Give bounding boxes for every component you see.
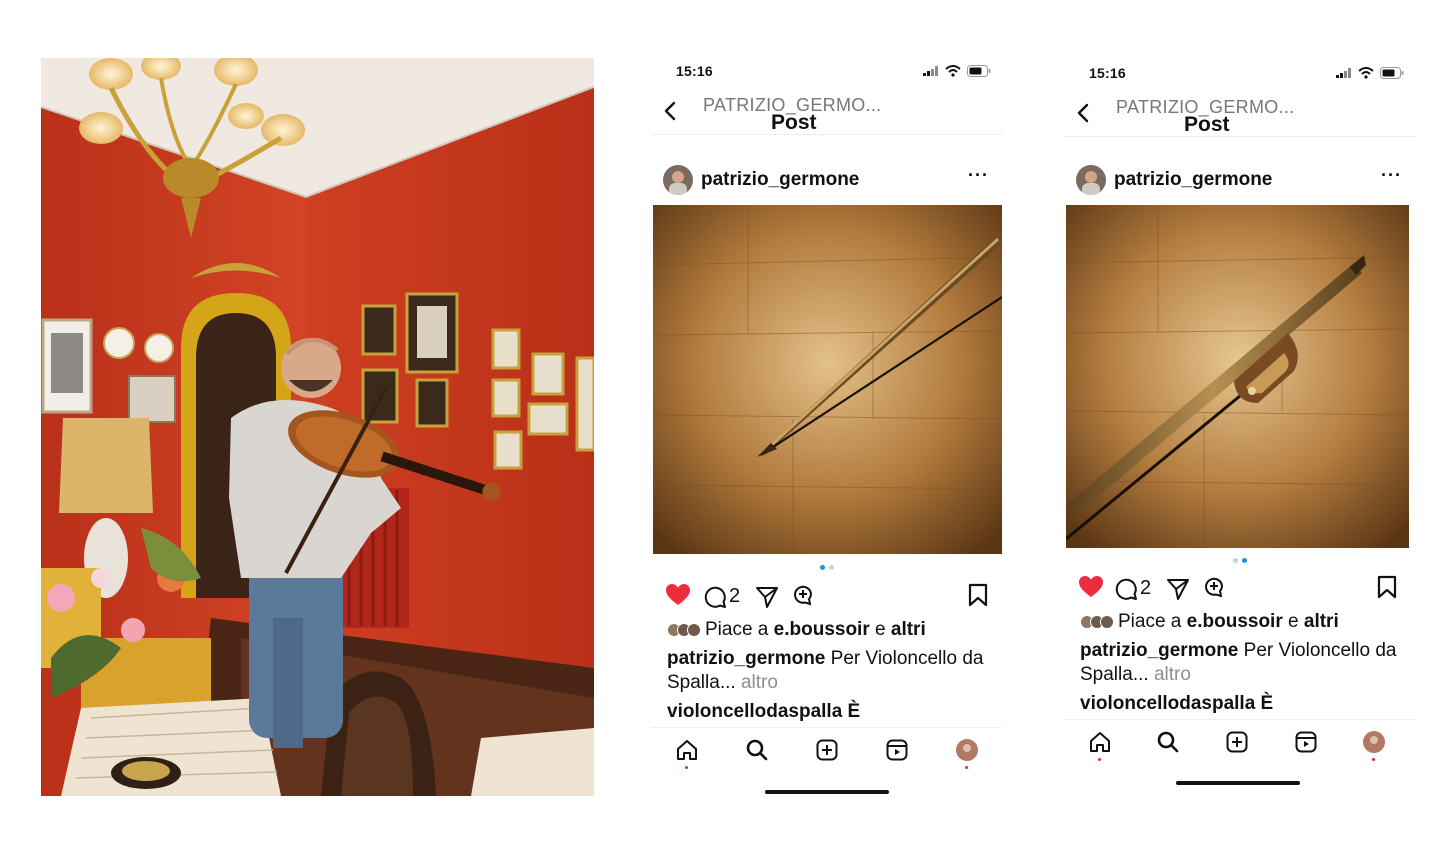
back-chevron-icon[interactable] — [1072, 101, 1096, 125]
heart-liked-icon[interactable] — [1078, 575, 1104, 599]
battery-icon — [1380, 67, 1404, 79]
avatar[interactable] — [1076, 165, 1106, 195]
liker-avatars — [1080, 615, 1114, 629]
page-title: Post — [1184, 113, 1230, 136]
post-caption: patrizio_germone Per Violoncello da Spal… — [1080, 639, 1400, 687]
page-title: Post — [771, 111, 817, 134]
search-icon[interactable] — [745, 738, 769, 762]
comment-count: 2 — [1140, 577, 1152, 599]
bow-tip-on-wood-illustration — [653, 205, 1002, 554]
back-chevron-icon[interactable] — [659, 99, 683, 123]
profile-avatar-tab[interactable] — [955, 738, 979, 769]
comment-icon[interactable] — [1114, 577, 1138, 601]
remix-icon[interactable] — [791, 583, 815, 607]
profile-avatar — [956, 739, 978, 761]
liker-avatars — [667, 623, 701, 637]
post-username[interactable]: patrizio_germone — [1114, 169, 1272, 191]
status-icons — [923, 65, 991, 77]
profile-avatar — [1363, 731, 1385, 753]
share-send-icon[interactable] — [1166, 577, 1190, 601]
likes-others[interactable]: altri — [1304, 611, 1339, 633]
carousel-dot-active — [1242, 558, 1247, 563]
notification-dot — [1372, 758, 1375, 761]
post-image-bow-frog[interactable] — [1066, 205, 1409, 548]
home-notification-dot — [685, 766, 688, 769]
instagram-post-screen-1: 15:16 PATRIZIO_GERMO... Post patrizio_ge… — [651, 55, 1003, 805]
carousel-indicator — [1064, 558, 1416, 563]
post-navbar: PATRIZIO_GERMO... Post — [1064, 93, 1416, 137]
notification-dot — [965, 766, 968, 769]
comment-icon[interactable] — [703, 585, 727, 609]
home-notification-dot — [1098, 758, 1101, 761]
home-indicator — [765, 790, 889, 794]
caption-username[interactable]: patrizio_germone — [667, 648, 825, 669]
post-navbar: PATRIZIO_GERMO... Post — [651, 91, 1003, 135]
signal-icon — [923, 66, 938, 76]
post-image-bow-tip[interactable] — [653, 205, 1002, 554]
home-indicator — [1176, 781, 1300, 785]
violinist-in-red-room-illustration — [41, 58, 594, 796]
post-username[interactable]: patrizio_germone — [701, 169, 859, 191]
post-actions: 2 — [651, 583, 1003, 613]
comment-preview[interactable]: violoncellodaspalla È — [1080, 693, 1273, 715]
wifi-icon — [945, 65, 961, 77]
reels-icon[interactable] — [1294, 730, 1318, 754]
battery-icon — [967, 65, 991, 77]
likes-and: e — [875, 619, 886, 640]
post-actions: 2 — [1064, 575, 1416, 605]
carousel-dot — [829, 565, 834, 570]
likes-others[interactable]: altri — [891, 619, 926, 641]
bottom-tab-bar — [1064, 719, 1416, 763]
comment-preview[interactable]: violoncellodaspalla È — [667, 701, 860, 723]
status-time: 15:16 — [1089, 65, 1126, 81]
reels-icon[interactable] — [885, 738, 909, 762]
carousel-dot — [1233, 558, 1238, 563]
bookmark-icon[interactable] — [967, 583, 989, 607]
status-bar: 15:16 — [1064, 65, 1416, 85]
post-caption: patrizio_germone Per Violoncello da Spal… — [667, 647, 987, 695]
caption-username[interactable]: patrizio_germone — [1080, 640, 1238, 661]
post-header: patrizio_germone ··· — [651, 163, 1003, 197]
violinist-photo — [41, 58, 594, 796]
carousel-indicator — [651, 565, 1003, 570]
search-icon[interactable] — [1156, 730, 1180, 754]
bookmark-icon[interactable] — [1376, 575, 1398, 599]
bow-frog-on-wood-illustration — [1066, 205, 1409, 548]
home-icon[interactable] — [675, 738, 699, 762]
likes-line: Piace a e.boussoir e altri — [1080, 611, 1339, 633]
status-time: 15:16 — [676, 63, 713, 79]
home-icon[interactable] — [1088, 730, 1112, 754]
caption-more-link[interactable]: altro — [1154, 664, 1191, 685]
likes-line: Piace a e.boussoir e altri — [667, 619, 926, 641]
likes-and: e — [1288, 611, 1299, 632]
more-options-icon[interactable]: ··· — [1381, 165, 1402, 186]
likes-prefix: Piace a — [705, 619, 769, 640]
status-icons — [1336, 67, 1404, 79]
post-header: patrizio_germone ··· — [1064, 163, 1416, 197]
comment-count: 2 — [729, 585, 741, 607]
create-post-icon[interactable] — [815, 738, 839, 762]
likes-prefix: Piace a — [1118, 611, 1182, 632]
bottom-tab-bar — [651, 727, 1003, 771]
carousel-dot-active — [820, 565, 825, 570]
signal-icon — [1336, 68, 1351, 78]
likes-user[interactable]: e.boussoir — [1187, 611, 1283, 633]
caption-more-link[interactable]: altro — [741, 672, 778, 693]
instagram-post-screen-2: 15:16 PATRIZIO_GERMO... Post patrizio_ge… — [1064, 55, 1416, 805]
likes-user[interactable]: e.boussoir — [774, 619, 870, 641]
more-options-icon[interactable]: ··· — [968, 165, 989, 186]
avatar[interactable] — [663, 165, 693, 195]
create-post-icon[interactable] — [1225, 730, 1249, 754]
profile-avatar-tab[interactable] — [1362, 730, 1386, 761]
share-send-icon[interactable] — [755, 585, 779, 609]
heart-liked-icon[interactable] — [665, 583, 691, 607]
wifi-icon — [1358, 67, 1374, 79]
status-bar: 15:16 — [651, 63, 1003, 83]
remix-icon[interactable] — [1202, 575, 1226, 599]
